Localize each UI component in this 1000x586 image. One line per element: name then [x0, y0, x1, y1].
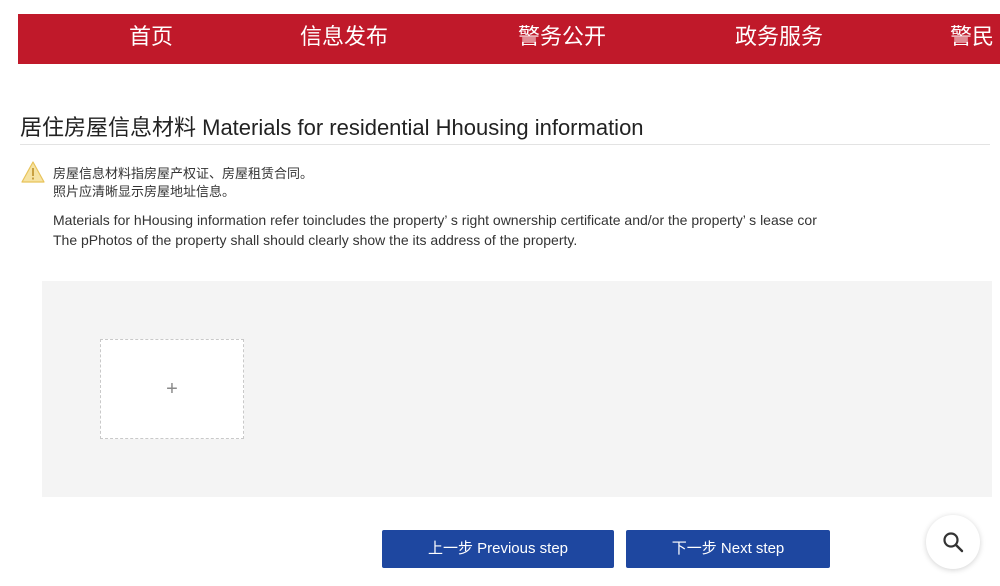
nav-item-police-public[interactable]: 警民	[950, 14, 994, 64]
upload-dropzone[interactable]: +	[100, 339, 244, 439]
section-title: 居住房屋信息材料 Materials for residential Hhous…	[20, 115, 644, 140]
nav-item-info-release[interactable]: 信息发布	[300, 14, 388, 64]
notice-en-line-1: Materials for hHousing information refer…	[53, 212, 817, 228]
notice-cn-line-2: 照片应清晰显示房屋地址信息。	[53, 184, 236, 199]
top-strip	[0, 0, 1000, 14]
top-navbar: 首页 信息发布 警务公开 政务服务 警民	[18, 14, 1000, 64]
nav-item-police-affairs[interactable]: 警务公开	[518, 14, 606, 64]
page: 首页 信息发布 警务公开 政务服务 警民 居住房屋信息材料 Materials …	[0, 0, 1000, 586]
nav-item-home[interactable]: 首页	[129, 14, 173, 64]
search-button[interactable]	[926, 515, 980, 569]
next-step-button[interactable]: 下一步 Next step	[626, 530, 830, 568]
warning-icon	[21, 161, 45, 183]
title-divider	[20, 144, 990, 145]
search-icon	[943, 532, 964, 553]
previous-step-button[interactable]: 上一步 Previous step	[382, 530, 614, 568]
nav-item-gov-services[interactable]: 政务服务	[735, 14, 823, 64]
notice-cn-line-1: 房屋信息材料指房屋产权证、房屋租赁合同。	[53, 166, 314, 181]
notice-en-line-2: The pPhotos of the property shall should…	[53, 232, 578, 248]
plus-icon: +	[166, 378, 178, 400]
